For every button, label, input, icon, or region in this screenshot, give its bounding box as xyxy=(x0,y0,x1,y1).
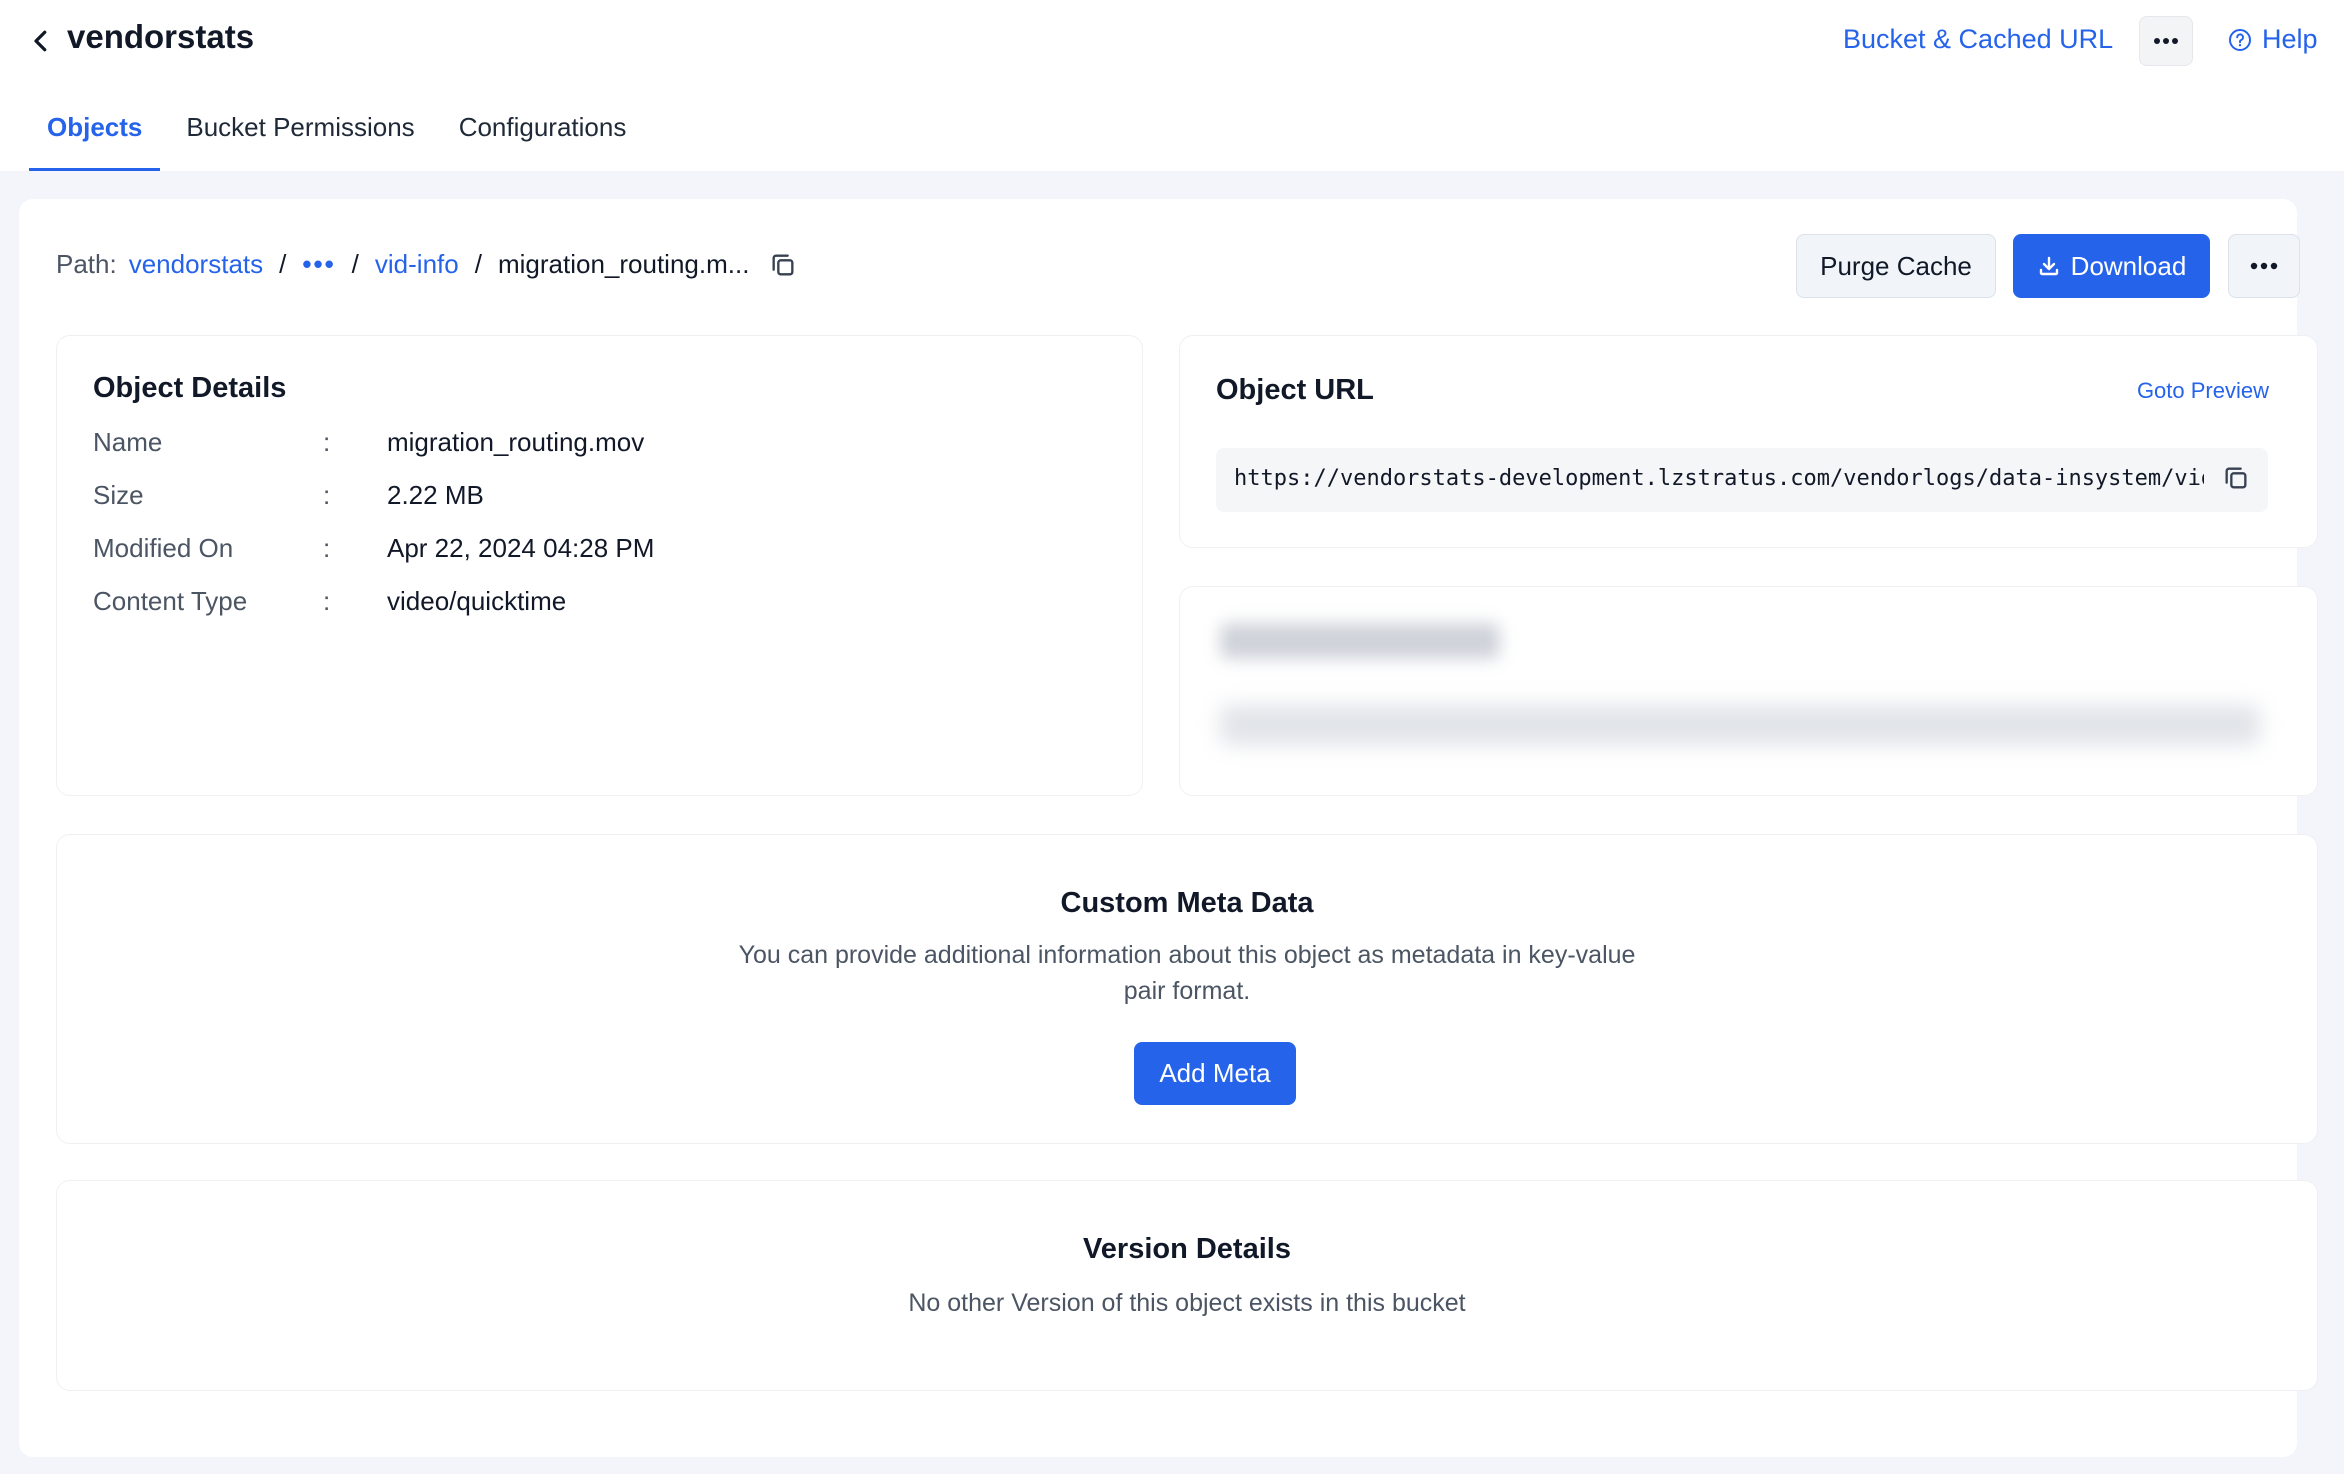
page-title: vendorstats xyxy=(67,18,255,55)
more-horizontal-icon xyxy=(2250,262,2278,270)
breadcrumb-separator: / xyxy=(351,249,359,279)
custom-meta-title: Custom Meta Data xyxy=(1060,887,1314,919)
help-link[interactable]: Help xyxy=(2228,24,2318,55)
download-button[interactable]: Download xyxy=(2013,234,2210,298)
detail-key: Size xyxy=(93,480,144,510)
custom-meta-description-line2: pair format. xyxy=(1123,977,1251,1005)
detail-row-size: Size : 2.22 MB xyxy=(93,480,484,511)
copy-icon[interactable] xyxy=(2222,464,2250,492)
tab-objects[interactable]: Objects xyxy=(29,100,161,171)
detail-value: Apr 22, 2024 04:28 PM xyxy=(387,533,655,563)
top-bar: vendorstats Bucket & Cached URL Help Obj… xyxy=(0,0,2344,171)
detail-row-modified-on: Modified On : Apr 22, 2024 04:28 PM xyxy=(93,533,654,564)
header-more-button[interactable] xyxy=(2139,16,2193,66)
detail-colon: : xyxy=(323,586,331,616)
tab-configurations[interactable]: Configurations xyxy=(441,100,645,171)
detail-colon: : xyxy=(323,533,331,563)
bucket-cached-url-link[interactable]: Bucket & Cached URL xyxy=(1843,24,2113,55)
breadcrumb-ellipsis-button[interactable]: ••• xyxy=(302,249,335,280)
download-icon xyxy=(2039,256,2058,276)
more-horizontal-icon xyxy=(2154,38,2178,44)
version-details-description: No other Version of this object exists i… xyxy=(908,1289,1466,1317)
object-details-title: Object Details xyxy=(93,372,287,404)
blurred-card xyxy=(1179,586,2318,796)
breadcrumb-separator: / xyxy=(279,249,287,279)
version-details-title: Version Details xyxy=(1083,1233,1291,1265)
object-url-card: Object URL Goto Preview https://vendorst… xyxy=(1179,335,2318,548)
object-details-card: Object Details Name : migration_routing.… xyxy=(56,335,1143,796)
main-panel: Path: vendorstats / ••• / vid-info / mig… xyxy=(19,199,2318,1457)
detail-key: Name xyxy=(93,427,163,457)
object-url-text: https://vendorstats-development.lzstratu… xyxy=(1234,466,2204,491)
custom-meta-description-line1: You can provide additional information a… xyxy=(738,941,1636,969)
detail-colon: : xyxy=(323,480,331,510)
purge-cache-button[interactable]: Purge Cache xyxy=(1796,234,1996,298)
object-url-title: Object URL xyxy=(1216,374,1374,406)
path-label: Path: xyxy=(56,249,117,279)
version-details-card: Version Details No other Version of this… xyxy=(56,1180,2318,1391)
blurred-field xyxy=(1220,705,2260,745)
detail-value: video/quicktime xyxy=(387,586,567,616)
detail-key: Modified On xyxy=(93,533,234,563)
detail-key: Content Type xyxy=(93,586,248,616)
copy-icon[interactable] xyxy=(769,251,797,279)
help-label: Help xyxy=(2262,24,2318,54)
help-circle-icon xyxy=(2229,28,2251,51)
detail-row-name: Name : migration_routing.mov xyxy=(93,427,644,458)
detail-value: migration_routing.mov xyxy=(387,427,645,457)
breadcrumb: Path: vendorstats / ••• / vid-info / mig… xyxy=(56,249,797,280)
object-more-button[interactable] xyxy=(2228,234,2300,298)
detail-colon: : xyxy=(323,427,331,457)
add-meta-button[interactable]: Add Meta xyxy=(1134,1042,1296,1105)
breadcrumb-current: migration_routing.m... xyxy=(497,249,750,279)
blurred-title xyxy=(1220,623,1500,659)
detail-row-content-type: Content Type : video/quicktime xyxy=(93,586,566,617)
breadcrumb-separator: / xyxy=(474,249,482,279)
chevron-left-icon[interactable] xyxy=(26,26,56,56)
detail-value: 2.22 MB xyxy=(387,480,484,510)
custom-meta-card: Custom Meta Data You can provide additio… xyxy=(56,834,2318,1144)
breadcrumb-bucket-link[interactable]: vendorstats xyxy=(129,249,263,280)
download-label: Download xyxy=(2070,250,2187,281)
tab-bucket-permissions[interactable]: Bucket Permissions xyxy=(168,100,432,171)
breadcrumb-folder-link[interactable]: vid-info xyxy=(375,249,459,280)
object-url-field[interactable]: https://vendorstats-development.lzstratu… xyxy=(1216,448,2268,512)
goto-preview-link[interactable]: Goto Preview xyxy=(2137,378,2269,404)
tab-bar: Objects Bucket Permissions Configuration… xyxy=(29,100,652,171)
